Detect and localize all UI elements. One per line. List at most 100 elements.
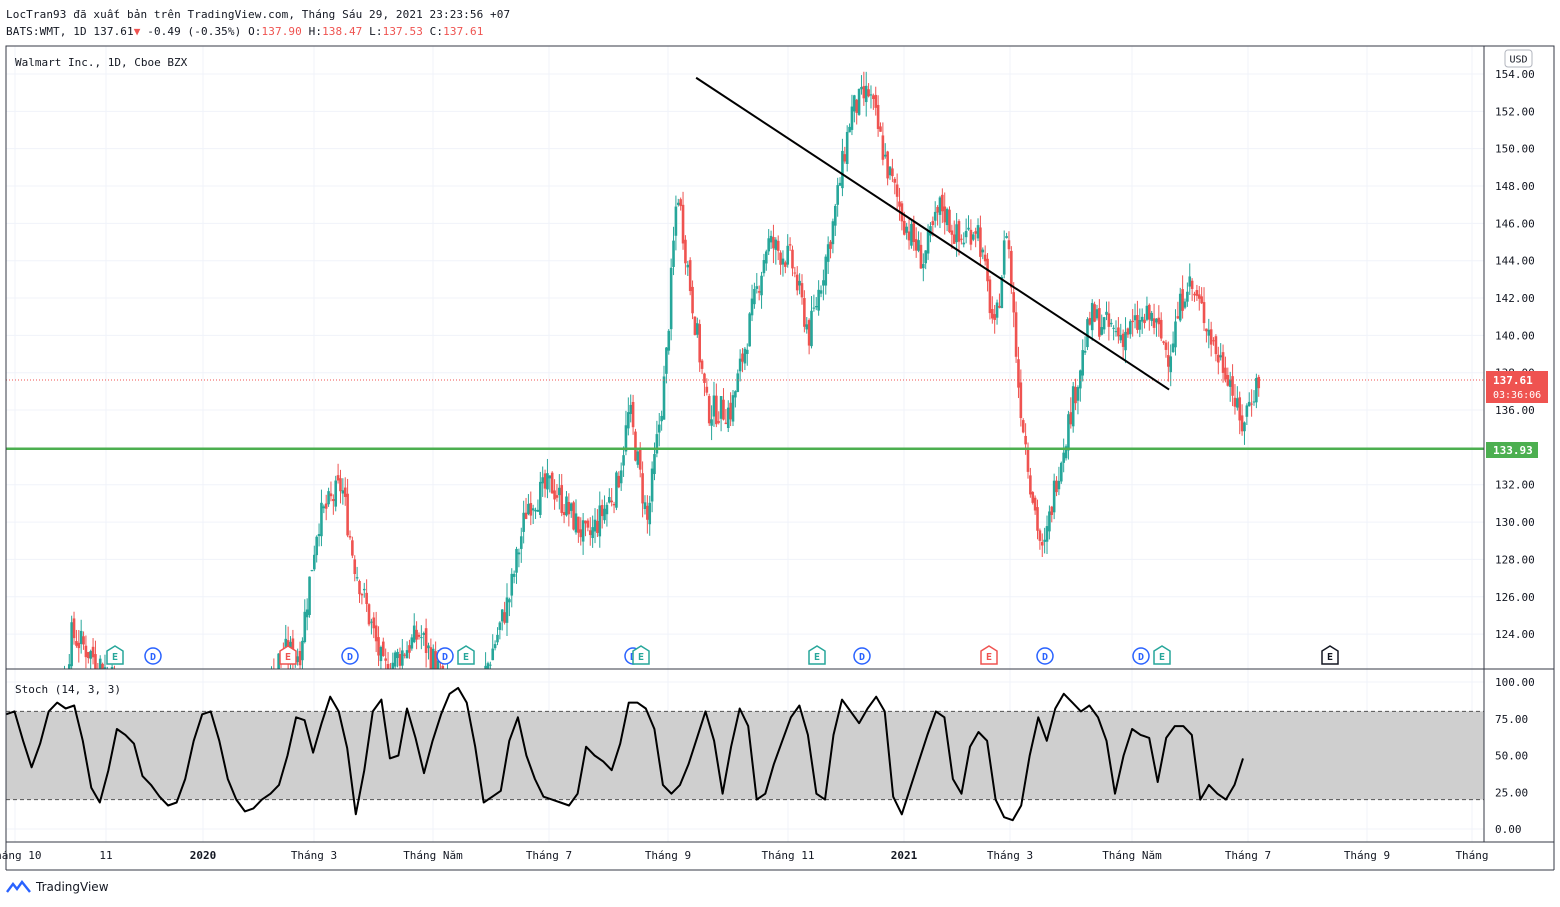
candle-body[interactable] — [588, 530, 592, 536]
candle-body[interactable] — [305, 609, 309, 618]
candle-body[interactable] — [1181, 289, 1184, 311]
candle-body[interactable] — [843, 154, 847, 162]
candle-body[interactable] — [351, 540, 354, 556]
candle-body[interactable] — [991, 309, 994, 319]
candle-body[interactable] — [391, 662, 395, 669]
candle-body[interactable] — [705, 386, 709, 393]
candle-body[interactable] — [1038, 530, 1042, 541]
candle-body[interactable] — [807, 320, 811, 346]
candle-body[interactable] — [370, 621, 373, 623]
candle-body[interactable] — [888, 166, 892, 176]
candle-body[interactable] — [745, 349, 749, 354]
event-markers[interactable]: EDEDDEDEEDEDDEE — [106, 645, 1339, 665]
candle-body[interactable] — [531, 508, 535, 511]
candle-body[interactable] — [774, 239, 778, 250]
candle-body[interactable] — [550, 472, 554, 494]
candle-body[interactable] — [1188, 276, 1192, 287]
tradingview-logo[interactable]: TradingView — [6, 880, 109, 894]
candle-body[interactable] — [374, 625, 378, 642]
candle-body[interactable] — [1000, 276, 1004, 309]
candle-body[interactable] — [703, 373, 706, 383]
candle-body[interactable] — [902, 220, 906, 235]
candle-body[interactable] — [1183, 301, 1187, 308]
candle-body[interactable] — [983, 254, 987, 262]
candle-body[interactable] — [743, 348, 747, 364]
candle-body[interactable] — [562, 512, 566, 515]
candle-body[interactable] — [572, 502, 575, 530]
candle-body[interactable] — [629, 404, 633, 415]
candle-body[interactable] — [522, 512, 525, 532]
candle-body[interactable] — [931, 221, 935, 226]
candle-body[interactable] — [943, 206, 947, 223]
candle-body[interactable] — [1055, 480, 1058, 493]
candle-body[interactable] — [1014, 312, 1018, 357]
candle-body[interactable] — [1233, 397, 1237, 407]
candle-body[interactable] — [693, 316, 697, 335]
candle-body[interactable] — [750, 298, 754, 316]
candle-body[interactable] — [332, 499, 335, 502]
candle-body[interactable] — [741, 353, 744, 362]
candle-body[interactable] — [1057, 480, 1061, 490]
candle-body[interactable] — [367, 604, 371, 625]
candle-body[interactable] — [600, 505, 604, 517]
candle-body[interactable] — [353, 559, 357, 575]
candle-body[interactable] — [883, 154, 887, 157]
candle-body[interactable] — [776, 240, 780, 251]
candle-body[interactable] — [726, 407, 730, 428]
candle-body[interactable] — [719, 396, 723, 419]
candle-body[interactable] — [524, 512, 528, 519]
candle-body[interactable] — [1100, 327, 1104, 335]
candle-body[interactable] — [1176, 316, 1180, 319]
candle-body[interactable] — [676, 202, 680, 205]
candle-body[interactable] — [919, 244, 923, 269]
candle-body[interactable] — [962, 242, 966, 245]
candle-body[interactable] — [591, 527, 594, 539]
candle-body[interactable] — [386, 663, 390, 669]
drawn-lines[interactable] — [6, 76, 1484, 450]
candle-body[interactable] — [715, 395, 718, 425]
candle-body[interactable] — [403, 654, 407, 656]
candle-body[interactable] — [795, 274, 799, 291]
candle-body[interactable] — [1114, 331, 1118, 333]
candle-body[interactable] — [1043, 539, 1046, 542]
candle-body[interactable] — [1195, 290, 1199, 296]
candle-body[interactable] — [655, 434, 659, 454]
candle-body[interactable] — [967, 227, 970, 230]
candle-body[interactable] — [510, 573, 514, 596]
candle-body[interactable] — [712, 395, 716, 417]
candle-body[interactable] — [667, 330, 671, 351]
candle-body[interactable] — [753, 288, 756, 305]
candle-body[interactable] — [548, 475, 552, 479]
candle-body[interactable] — [1224, 367, 1227, 380]
candle-body[interactable] — [631, 401, 635, 428]
candle-body[interactable] — [1124, 331, 1127, 351]
candle-body[interactable] — [1171, 343, 1175, 353]
candle-body[interactable] — [1131, 320, 1134, 323]
candle-body[interactable] — [1238, 397, 1242, 421]
candle-body[interactable] — [424, 628, 428, 654]
candle-body[interactable] — [396, 651, 399, 659]
candle-body[interactable] — [1217, 354, 1220, 363]
candle-body[interactable] — [1205, 328, 1208, 332]
candle-body[interactable] — [1247, 401, 1251, 407]
candle-body[interactable] — [650, 468, 654, 502]
candle-body[interactable] — [1121, 333, 1125, 347]
candle-body[interactable] — [75, 641, 78, 646]
candle-body[interactable] — [772, 237, 775, 249]
candle-body[interactable] — [1045, 526, 1049, 542]
candle-body[interactable] — [1031, 492, 1035, 503]
candle-body[interactable] — [503, 612, 506, 623]
candle-body[interactable] — [853, 95, 856, 112]
candle-body[interactable] — [546, 473, 549, 490]
candle-body[interactable] — [898, 201, 901, 207]
candle-body[interactable] — [710, 419, 713, 426]
candle-body[interactable] — [722, 399, 725, 420]
candle-body[interactable] — [581, 520, 585, 542]
candle-body[interactable] — [660, 415, 663, 422]
candle-body[interactable] — [512, 573, 516, 577]
candle-body[interactable] — [857, 88, 861, 115]
candle-body[interactable] — [1250, 403, 1253, 405]
candle-body[interactable] — [84, 645, 88, 658]
candle-body[interactable] — [500, 609, 504, 622]
candle-body[interactable] — [1112, 327, 1115, 329]
